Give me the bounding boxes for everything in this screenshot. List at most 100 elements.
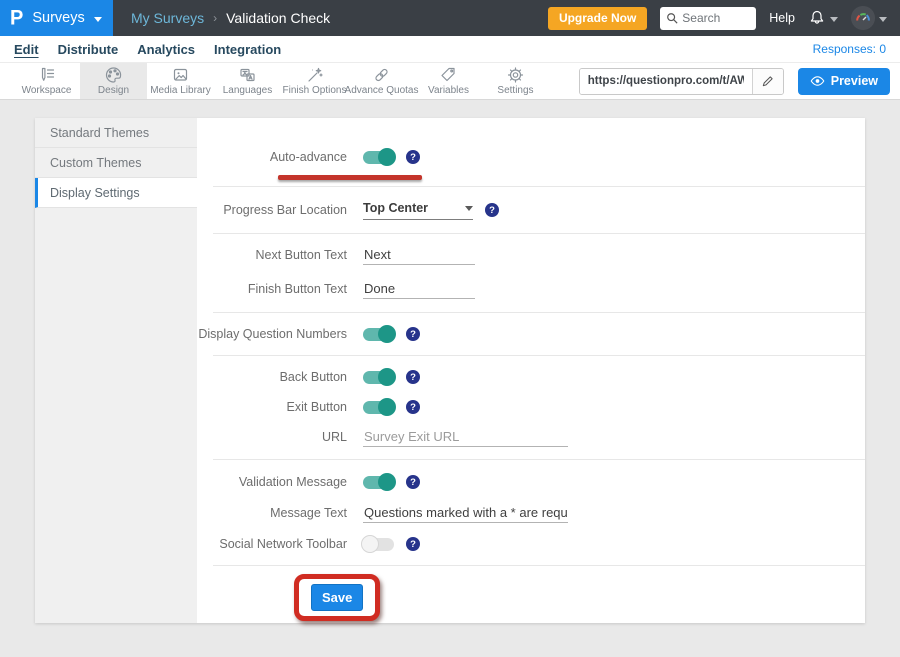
red-highlight-underline [278,175,422,180]
content-area: Standard Themes Custom Themes Display Se… [0,100,900,623]
pencil-icon [761,75,774,88]
save-button[interactable]: Save [311,584,363,611]
sidebar-item-custom-themes[interactable]: Custom Themes [35,148,197,178]
survey-nav: Edit Distribute Analytics Integration Re… [0,36,900,63]
social-network-toolbar-label: Social Network Toolbar [219,537,347,551]
search-input[interactable] [682,11,750,25]
red-highlight-box: Save [294,574,380,621]
chevron-down-icon [830,17,838,22]
breadcrumb-current: Validation Check [226,10,330,26]
display-settings-panel: Standard Themes Custom Themes Display Se… [35,118,865,623]
breadcrumb: My Surveys › Validation Check [131,10,330,26]
account-menu[interactable] [851,6,887,30]
preview-label: Preview [831,74,878,88]
notifications-button[interactable] [808,9,838,27]
toolbar-item-media-library[interactable]: Media Library [147,63,214,99]
message-text-input[interactable] [363,503,568,523]
display-settings-form: Auto-advance Progress Bar Location [197,118,865,623]
section-auto-advance: Auto-advance [197,118,865,186]
global-search [660,7,756,30]
tab-edit[interactable]: Edit [14,42,39,57]
survey-exit-url-input[interactable] [363,427,568,447]
exit-button-toggle[interactable] [363,401,394,414]
progress-bar-location-select[interactable]: Top Center [363,201,473,220]
toolbar-item-label: Design [98,85,129,96]
questionpro-logo-icon: P [10,8,23,29]
workspace-icon [37,66,56,84]
auto-advance-label: Auto-advance [270,150,347,164]
progress-bar-location-value: Top Center [363,201,428,215]
chevron-down-icon [94,17,102,22]
toolbar-right: Preview [579,63,900,99]
avatar [851,6,875,30]
help-icon[interactable] [406,537,420,551]
section-save: Save [197,566,865,629]
exit-button-label: Exit Button [287,400,347,414]
help-icon[interactable] [406,400,420,414]
next-button-text-label: Next Button Text [256,248,348,262]
next-button-text-input[interactable] [363,245,475,265]
validation-message-label: Validation Message [239,475,347,489]
display-question-numbers-toggle[interactable] [363,328,394,341]
toolbar-item-variables[interactable]: Variables [415,63,482,99]
breadcrumb-parent-link[interactable]: My Surveys [131,10,204,26]
finish-options-icon [305,66,324,84]
sidebar-item-display-settings[interactable]: Display Settings [35,178,197,208]
languages-icon [238,66,257,84]
top-header: P Surveys My Surveys › Validation Check … [0,0,900,36]
tab-distribute[interactable]: Distribute [58,42,119,57]
validation-message-toggle[interactable] [363,476,394,489]
edit-toolbar: Workspace Design Media Library Languages… [0,63,900,100]
variables-icon [439,66,458,84]
survey-url-input[interactable] [580,69,752,94]
toolbar-item-label: Workspace [22,85,72,96]
chevron-down-icon [465,206,473,211]
finish-button-text-label: Finish Button Text [248,282,347,296]
media-library-icon [171,66,190,84]
bell-icon [808,9,826,27]
message-text-label: Message Text [270,506,347,520]
section-navigation-buttons: Back Button Exit Button [197,356,865,459]
themes-sidebar: Standard Themes Custom Themes Display Se… [35,118,197,623]
help-icon[interactable] [485,203,499,217]
preview-button[interactable]: Preview [798,68,890,95]
display-question-numbers-label: Display Question Numbers [198,327,347,341]
toolbar-item-finish-options[interactable]: Finish Options [281,63,348,99]
tab-integration[interactable]: Integration [214,42,281,57]
toolbar-item-label: Advance Quotas [345,85,419,96]
help-icon[interactable] [406,150,420,164]
toolbar-item-label: Variables [428,85,469,96]
eye-icon [810,75,825,87]
survey-url-group [579,68,784,95]
upgrade-now-button[interactable]: Upgrade Now [548,7,647,30]
url-label: URL [322,430,347,444]
progress-bar-location-label: Progress Bar Location [223,203,347,217]
back-button-toggle[interactable] [363,371,394,384]
app-window: P Surveys My Surveys › Validation Check … [0,0,900,657]
tab-analytics[interactable]: Analytics [137,42,195,57]
toolbar-item-settings[interactable]: Settings [482,63,549,99]
advance-quotas-icon [372,66,391,84]
toolbar-item-languages[interactable]: Languages [214,63,281,99]
help-icon[interactable] [406,370,420,384]
settings-icon [506,66,525,84]
section-question-numbers: Display Question Numbers [197,313,865,355]
toolbar-item-advance-quotas[interactable]: Advance Quotas [348,63,415,99]
section-validation: Validation Message Message Text Soc [197,460,865,565]
edit-url-button[interactable] [752,69,783,94]
toolbar-item-label: Languages [223,85,273,96]
header-actions: Upgrade Now Help [548,6,900,30]
auto-advance-toggle[interactable] [363,151,394,164]
social-network-toolbar-toggle[interactable] [363,538,394,551]
toolbar-item-design[interactable]: Design [80,63,147,99]
toolbar-item-workspace[interactable]: Workspace [13,63,80,99]
product-switcher[interactable]: P Surveys [0,0,113,36]
finish-button-text-input[interactable] [363,279,475,299]
sidebar-item-standard-themes[interactable]: Standard Themes [35,118,197,148]
help-icon[interactable] [406,475,420,489]
section-progress-bar: Progress Bar Location Top Center [197,187,865,233]
help-link[interactable]: Help [769,11,795,25]
back-button-label: Back Button [280,370,347,384]
design-icon [104,66,123,84]
help-icon[interactable] [406,327,420,341]
